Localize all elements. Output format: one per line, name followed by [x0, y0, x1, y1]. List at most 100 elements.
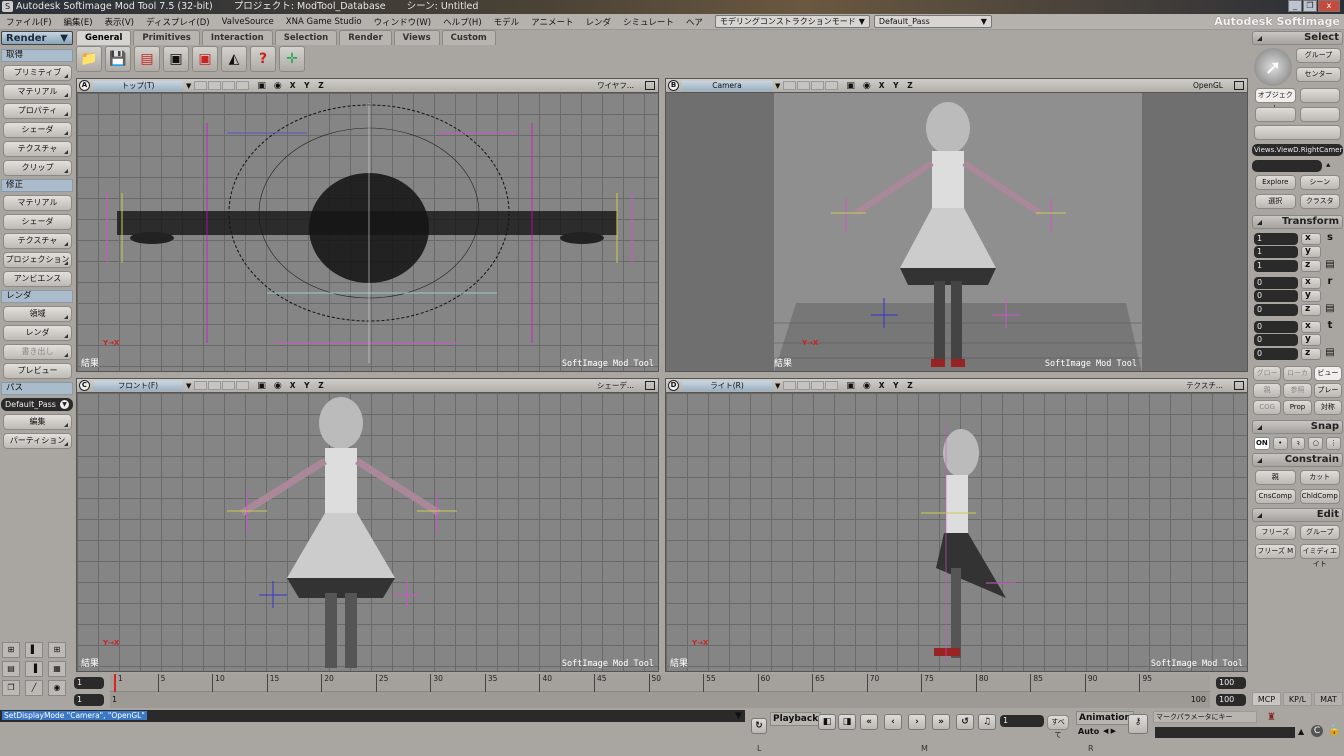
- preview-button[interactable]: プレビュー: [3, 363, 72, 379]
- view-button[interactable]: ビュー: [1313, 366, 1342, 381]
- timeline-current-field[interactable]: 1: [74, 694, 104, 706]
- plane-button[interactable]: プレーン: [1313, 383, 1342, 407]
- partition-button[interactable]: パーティション: [3, 433, 72, 449]
- save-as-icon[interactable]: ▤: [134, 46, 160, 72]
- layout-vertical-icon[interactable]: ▐: [25, 661, 43, 677]
- chevron-down-icon[interactable]: ▼: [186, 82, 191, 90]
- timeline-end-field[interactable]: 100: [1216, 677, 1246, 689]
- filter-menu-button[interactable]: [1254, 125, 1341, 140]
- constrain-header[interactable]: Constrain: [1252, 453, 1343, 467]
- xyz-buttons[interactable]: X Y Z: [879, 381, 916, 390]
- viewport-c[interactable]: C フロント(F) ▼ ▣ ◉ X Y Z シェーデ... Y→X 結果 Sof…: [76, 378, 659, 672]
- cnscomp-button[interactable]: CnsComp: [1255, 489, 1296, 504]
- translate-x-field[interactable]: 0: [1254, 320, 1298, 333]
- xyz-buttons[interactable]: X Y Z: [879, 81, 916, 90]
- rotate-x-button[interactable]: x: [1301, 276, 1321, 289]
- eye-icon[interactable]: ◉: [863, 381, 871, 391]
- cog-button[interactable]: COG: [1253, 400, 1282, 415]
- translate-z-button[interactable]: z: [1301, 347, 1321, 360]
- play-icon[interactable]: ›: [908, 714, 926, 730]
- copyright-icon[interactable]: C: [1311, 725, 1323, 737]
- scale-y-field[interactable]: 1: [1254, 246, 1298, 258]
- loop-playback-icon[interactable]: ↺: [956, 714, 974, 730]
- frame-field[interactable]: 1: [1000, 715, 1044, 727]
- select-button[interactable]: 選択: [1255, 194, 1296, 209]
- tab-mat[interactable]: MAT: [1314, 692, 1343, 706]
- pass-select[interactable]: Default_Pass ▼: [1, 398, 73, 411]
- menu-simulate[interactable]: シミュレート: [617, 16, 680, 28]
- close-button[interactable]: x: [1318, 0, 1340, 12]
- scale-y-button[interactable]: y: [1301, 246, 1321, 258]
- navigation-arrows-icon[interactable]: ⯅: [1325, 161, 1331, 171]
- translate-x-button[interactable]: x: [1301, 320, 1321, 333]
- layout-split-icon[interactable]: ▌: [25, 642, 43, 658]
- snap-surface-icon[interactable]: ○: [1308, 437, 1324, 450]
- global-button[interactable]: グローバル: [1253, 366, 1282, 390]
- translate-y-field[interactable]: 0: [1254, 334, 1298, 346]
- select-header[interactable]: Select: [1252, 31, 1343, 45]
- command-history-icon[interactable]: ▼: [735, 711, 742, 721]
- menu-view[interactable]: 表示(V): [99, 16, 140, 28]
- center-button[interactable]: センター: [1296, 67, 1341, 82]
- animation-menu[interactable]: Animation: [1076, 711, 1134, 725]
- rotate-lock-icon[interactable]: ▤: [1324, 303, 1336, 316]
- empty-filter-button[interactable]: [1299, 88, 1340, 103]
- palette-icon[interactable]: ◉: [48, 680, 66, 696]
- viewport-b[interactable]: B Camera ▼ ▣ ◉ X Y Z OpenGL Y→X 結果 SoftI…: [665, 78, 1248, 372]
- eye-icon[interactable]: ◉: [274, 81, 282, 91]
- unknown-object-icon[interactable]: ?: [250, 46, 276, 72]
- snap-on-toggle[interactable]: ON: [1254, 437, 1270, 450]
- restore-button[interactable]: ❐: [1303, 0, 1317, 12]
- menu-valvesource[interactable]: ValveSource: [216, 17, 280, 27]
- tab-custom[interactable]: Custom: [441, 30, 496, 45]
- tab-interaction[interactable]: Interaction: [201, 30, 273, 45]
- explore-button[interactable]: Explore: [1255, 175, 1296, 190]
- minimize-button[interactable]: _: [1288, 0, 1302, 12]
- translate-z-field[interactable]: 0: [1254, 347, 1298, 360]
- layout-graph-icon[interactable]: ⊞: [2, 642, 20, 658]
- explorer-icon[interactable]: ❐: [2, 680, 20, 696]
- layout-quad-icon[interactable]: ⊞: [48, 642, 66, 658]
- menu-file[interactable]: ファイル(F): [0, 16, 58, 28]
- modify-texture-button[interactable]: テクスチャ: [3, 233, 72, 249]
- view-select[interactable]: ライト(R): [682, 380, 772, 391]
- transform-axis-icon[interactable]: ✛: [279, 46, 305, 72]
- memo-slots[interactable]: [783, 81, 839, 90]
- menu-edit[interactable]: 編集(E): [58, 16, 99, 28]
- rotate-button[interactable]: r: [1324, 276, 1336, 289]
- scale-z-button[interactable]: z: [1301, 259, 1321, 272]
- get-material-button[interactable]: マテリアル: [3, 84, 72, 100]
- scale-z-field[interactable]: 1: [1254, 259, 1298, 272]
- prop-button[interactable]: Prop: [1283, 400, 1312, 415]
- duplicate-icon[interactable]: ▣: [163, 46, 189, 72]
- view-select[interactable]: フロント(F): [93, 380, 183, 391]
- auto-key-button[interactable]: Auto: [1078, 727, 1099, 736]
- scale-x-button[interactable]: x: [1301, 232, 1321, 245]
- cut-button[interactable]: カット: [1299, 470, 1340, 485]
- modify-ambience-button[interactable]: アンビエンス: [3, 271, 72, 287]
- chevron-down-icon[interactable]: ▼: [775, 82, 780, 90]
- menu-model[interactable]: モデル: [488, 16, 526, 28]
- menu-xna[interactable]: XNA Game Studio: [280, 17, 368, 27]
- get-shader-button[interactable]: シェーダ: [3, 122, 72, 138]
- snap-curve-icon[interactable]: ꝛ: [1290, 437, 1306, 450]
- render-button[interactable]: レンダ: [3, 325, 72, 341]
- get-clip-button[interactable]: クリップ: [3, 160, 72, 176]
- viewport-d[interactable]: D ライト(R) ▼ ▣ ◉ X Y Z テクスチ... Y→X 結果 Soft…: [665, 378, 1248, 672]
- display-mode[interactable]: テクスチ...: [1186, 380, 1223, 391]
- freeze-button[interactable]: フリーズ: [1255, 525, 1296, 540]
- empty-filter-button[interactable]: [1299, 107, 1340, 122]
- eye-icon[interactable]: ◉: [863, 81, 871, 91]
- selection-field[interactable]: Views.ViewD.RightCamer: [1252, 144, 1343, 156]
- playback-menu[interactable]: Playback: [770, 712, 822, 726]
- menu-display[interactable]: ディスプレイ(D): [140, 16, 216, 28]
- chldcomp-button[interactable]: ChldComp: [1299, 489, 1340, 504]
- rotate-z-field[interactable]: 0: [1254, 303, 1298, 316]
- viewport-canvas[interactable]: Y→X 結果 SoftImage Mod Tool: [77, 393, 658, 671]
- snap-header[interactable]: Snap: [1252, 420, 1343, 434]
- key-icon[interactable]: ⚷: [1128, 714, 1148, 734]
- selection-history-field[interactable]: [1252, 160, 1322, 172]
- clone-icon[interactable]: ▣: [192, 46, 218, 72]
- local-button[interactable]: ローカル: [1283, 366, 1312, 390]
- viewport-a[interactable]: A トップ(T) ▼ ▣ ◉ X Y Z ワイヤフ... Y→X 結果 Soft…: [76, 78, 659, 372]
